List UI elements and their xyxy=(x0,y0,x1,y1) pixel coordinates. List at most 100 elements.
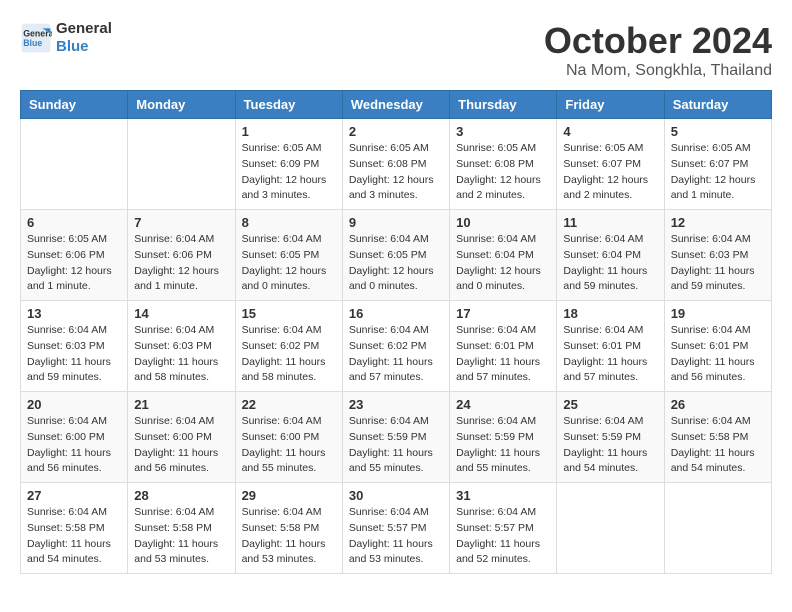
day-info: Sunrise: 6:04 AM Sunset: 6:03 PM Dayligh… xyxy=(134,323,228,386)
day-info: Sunrise: 6:04 AM Sunset: 5:58 PM Dayligh… xyxy=(242,505,336,568)
day-number: 15 xyxy=(242,306,336,321)
day-info: Sunrise: 6:04 AM Sunset: 6:02 PM Dayligh… xyxy=(349,323,443,386)
day-info: Sunrise: 6:04 AM Sunset: 6:01 PM Dayligh… xyxy=(456,323,550,386)
weekday-header: Friday xyxy=(557,91,664,119)
calendar-cell: 29 Sunrise: 6:04 AM Sunset: 5:58 PM Dayli… xyxy=(235,483,342,574)
calendar-cell: 4 Sunrise: 6:05 AM Sunset: 6:07 PM Daylig… xyxy=(557,119,664,210)
day-info: Sunrise: 6:04 AM Sunset: 5:59 PM Dayligh… xyxy=(456,414,550,477)
weekday-header: Wednesday xyxy=(342,91,449,119)
day-number: 14 xyxy=(134,306,228,321)
day-number: 19 xyxy=(671,306,765,321)
day-number: 31 xyxy=(456,488,550,503)
calendar-week-row: 6 Sunrise: 6:05 AM Sunset: 6:06 PM Daylig… xyxy=(21,210,772,301)
day-number: 10 xyxy=(456,215,550,230)
calendar-cell: 14 Sunrise: 6:04 AM Sunset: 6:03 PM Dayli… xyxy=(128,301,235,392)
calendar-cell: 21 Sunrise: 6:04 AM Sunset: 6:00 PM Dayli… xyxy=(128,392,235,483)
day-info: Sunrise: 6:04 AM Sunset: 6:04 PM Dayligh… xyxy=(456,232,550,295)
calendar-cell: 26 Sunrise: 6:04 AM Sunset: 5:58 PM Dayli… xyxy=(664,392,771,483)
logo-line1: General xyxy=(56,20,112,38)
day-info: Sunrise: 6:04 AM Sunset: 6:05 PM Dayligh… xyxy=(349,232,443,295)
day-number: 9 xyxy=(349,215,443,230)
day-info: Sunrise: 6:05 AM Sunset: 6:06 PM Dayligh… xyxy=(27,232,121,295)
calendar-cell: 23 Sunrise: 6:04 AM Sunset: 5:59 PM Dayli… xyxy=(342,392,449,483)
calendar-cell: 28 Sunrise: 6:04 AM Sunset: 5:58 PM Dayli… xyxy=(128,483,235,574)
day-number: 25 xyxy=(563,397,657,412)
calendar-cell: 24Sunrise: 6:04 AM Sunset: 5:59 PM Dayli… xyxy=(450,392,557,483)
day-number: 1 xyxy=(242,124,336,139)
calendar-cell: 19 Sunrise: 6:04 AM Sunset: 6:01 PM Dayli… xyxy=(664,301,771,392)
calendar-cell: 20 Sunrise: 6:04 AM Sunset: 6:00 PM Dayli… xyxy=(21,392,128,483)
location-title: Na Mom, Songkhla, Thailand xyxy=(544,62,772,80)
weekday-header: Sunday xyxy=(21,91,128,119)
day-info: Sunrise: 6:04 AM Sunset: 6:06 PM Dayligh… xyxy=(134,232,228,295)
calendar-cell xyxy=(664,483,771,574)
month-title: October 2024 xyxy=(544,20,772,62)
day-number: 8 xyxy=(242,215,336,230)
calendar-cell: 8 Sunrise: 6:04 AM Sunset: 6:05 PM Daylig… xyxy=(235,210,342,301)
day-number: 27 xyxy=(27,488,121,503)
calendar-cell xyxy=(557,483,664,574)
day-number: 21 xyxy=(134,397,228,412)
calendar-week-row: 20 Sunrise: 6:04 AM Sunset: 6:00 PM Dayli… xyxy=(21,392,772,483)
day-number: 6 xyxy=(27,215,121,230)
day-number: 13 xyxy=(27,306,121,321)
day-number: 12 xyxy=(671,215,765,230)
title-section: October 2024 Na Mom, Songkhla, Thailand xyxy=(544,20,772,80)
day-info: Sunrise: 6:04 AM Sunset: 5:58 PM Dayligh… xyxy=(134,505,228,568)
calendar-cell: 27 Sunrise: 6:04 AM Sunset: 5:58 PM Dayli… xyxy=(21,483,128,574)
logo: General Blue General Blue xyxy=(20,20,112,56)
logo-icon: General Blue xyxy=(20,22,52,54)
calendar-cell xyxy=(21,119,128,210)
calendar-cell: 1Sunrise: 6:05 AM Sunset: 6:09 PM Daylig… xyxy=(235,119,342,210)
calendar-week-row: 27 Sunrise: 6:04 AM Sunset: 5:58 PM Dayli… xyxy=(21,483,772,574)
calendar-week-row: 13 Sunrise: 6:04 AM Sunset: 6:03 PM Dayli… xyxy=(21,301,772,392)
day-number: 20 xyxy=(27,397,121,412)
day-info: Sunrise: 6:04 AM Sunset: 5:58 PM Dayligh… xyxy=(27,505,121,568)
calendar-cell: 25Sunrise: 6:04 AM Sunset: 5:59 PM Dayli… xyxy=(557,392,664,483)
day-number: 11 xyxy=(563,215,657,230)
day-info: Sunrise: 6:04 AM Sunset: 5:58 PM Dayligh… xyxy=(671,414,765,477)
day-info: Sunrise: 6:04 AM Sunset: 5:57 PM Dayligh… xyxy=(456,505,550,568)
calendar-cell: 15 Sunrise: 6:04 AM Sunset: 6:02 PM Dayli… xyxy=(235,301,342,392)
day-info: Sunrise: 6:04 AM Sunset: 5:57 PM Dayligh… xyxy=(349,505,443,568)
day-info: Sunrise: 6:04 AM Sunset: 6:02 PM Dayligh… xyxy=(242,323,336,386)
header: General Blue General Blue October 2024 N… xyxy=(20,20,772,80)
calendar-week-row: 1Sunrise: 6:05 AM Sunset: 6:09 PM Daylig… xyxy=(21,119,772,210)
calendar-cell: 30Sunrise: 6:04 AM Sunset: 5:57 PM Dayli… xyxy=(342,483,449,574)
day-info: Sunrise: 6:05 AM Sunset: 6:07 PM Dayligh… xyxy=(563,141,657,204)
day-number: 26 xyxy=(671,397,765,412)
weekday-header: Saturday xyxy=(664,91,771,119)
calendar-cell: 3Sunrise: 6:05 AM Sunset: 6:08 PM Daylig… xyxy=(450,119,557,210)
calendar-cell: 12Sunrise: 6:04 AM Sunset: 6:03 PM Dayli… xyxy=(664,210,771,301)
svg-text:Blue: Blue xyxy=(23,38,42,48)
weekday-header-row: SundayMondayTuesdayWednesdayThursdayFrid… xyxy=(21,91,772,119)
calendar-cell: 5Sunrise: 6:05 AM Sunset: 6:07 PM Daylig… xyxy=(664,119,771,210)
day-info: Sunrise: 6:05 AM Sunset: 6:08 PM Dayligh… xyxy=(349,141,443,204)
day-number: 29 xyxy=(242,488,336,503)
day-info: Sunrise: 6:04 AM Sunset: 6:00 PM Dayligh… xyxy=(27,414,121,477)
weekday-header: Thursday xyxy=(450,91,557,119)
weekday-header: Monday xyxy=(128,91,235,119)
calendar-cell xyxy=(128,119,235,210)
calendar-cell: 7 Sunrise: 6:04 AM Sunset: 6:06 PM Daylig… xyxy=(128,210,235,301)
weekday-header: Tuesday xyxy=(235,91,342,119)
day-info: Sunrise: 6:04 AM Sunset: 6:01 PM Dayligh… xyxy=(671,323,765,386)
day-number: 7 xyxy=(134,215,228,230)
calendar-cell: 17Sunrise: 6:04 AM Sunset: 6:01 PM Dayli… xyxy=(450,301,557,392)
day-info: Sunrise: 6:04 AM Sunset: 5:59 PM Dayligh… xyxy=(349,414,443,477)
day-number: 4 xyxy=(563,124,657,139)
day-number: 5 xyxy=(671,124,765,139)
calendar-cell: 2Sunrise: 6:05 AM Sunset: 6:08 PM Daylig… xyxy=(342,119,449,210)
calendar-table: SundayMondayTuesdayWednesdayThursdayFrid… xyxy=(20,90,772,574)
calendar-cell: 6 Sunrise: 6:05 AM Sunset: 6:06 PM Daylig… xyxy=(21,210,128,301)
calendar-cell: 31 Sunrise: 6:04 AM Sunset: 5:57 PM Dayli… xyxy=(450,483,557,574)
day-info: Sunrise: 6:04 AM Sunset: 6:00 PM Dayligh… xyxy=(134,414,228,477)
day-number: 18 xyxy=(563,306,657,321)
day-number: 28 xyxy=(134,488,228,503)
calendar-cell: 18 Sunrise: 6:04 AM Sunset: 6:01 PM Dayli… xyxy=(557,301,664,392)
day-number: 23 xyxy=(349,397,443,412)
day-info: Sunrise: 6:04 AM Sunset: 6:01 PM Dayligh… xyxy=(563,323,657,386)
logo-line2: Blue xyxy=(56,38,112,56)
day-info: Sunrise: 6:05 AM Sunset: 6:08 PM Dayligh… xyxy=(456,141,550,204)
day-info: Sunrise: 6:04 AM Sunset: 6:05 PM Dayligh… xyxy=(242,232,336,295)
